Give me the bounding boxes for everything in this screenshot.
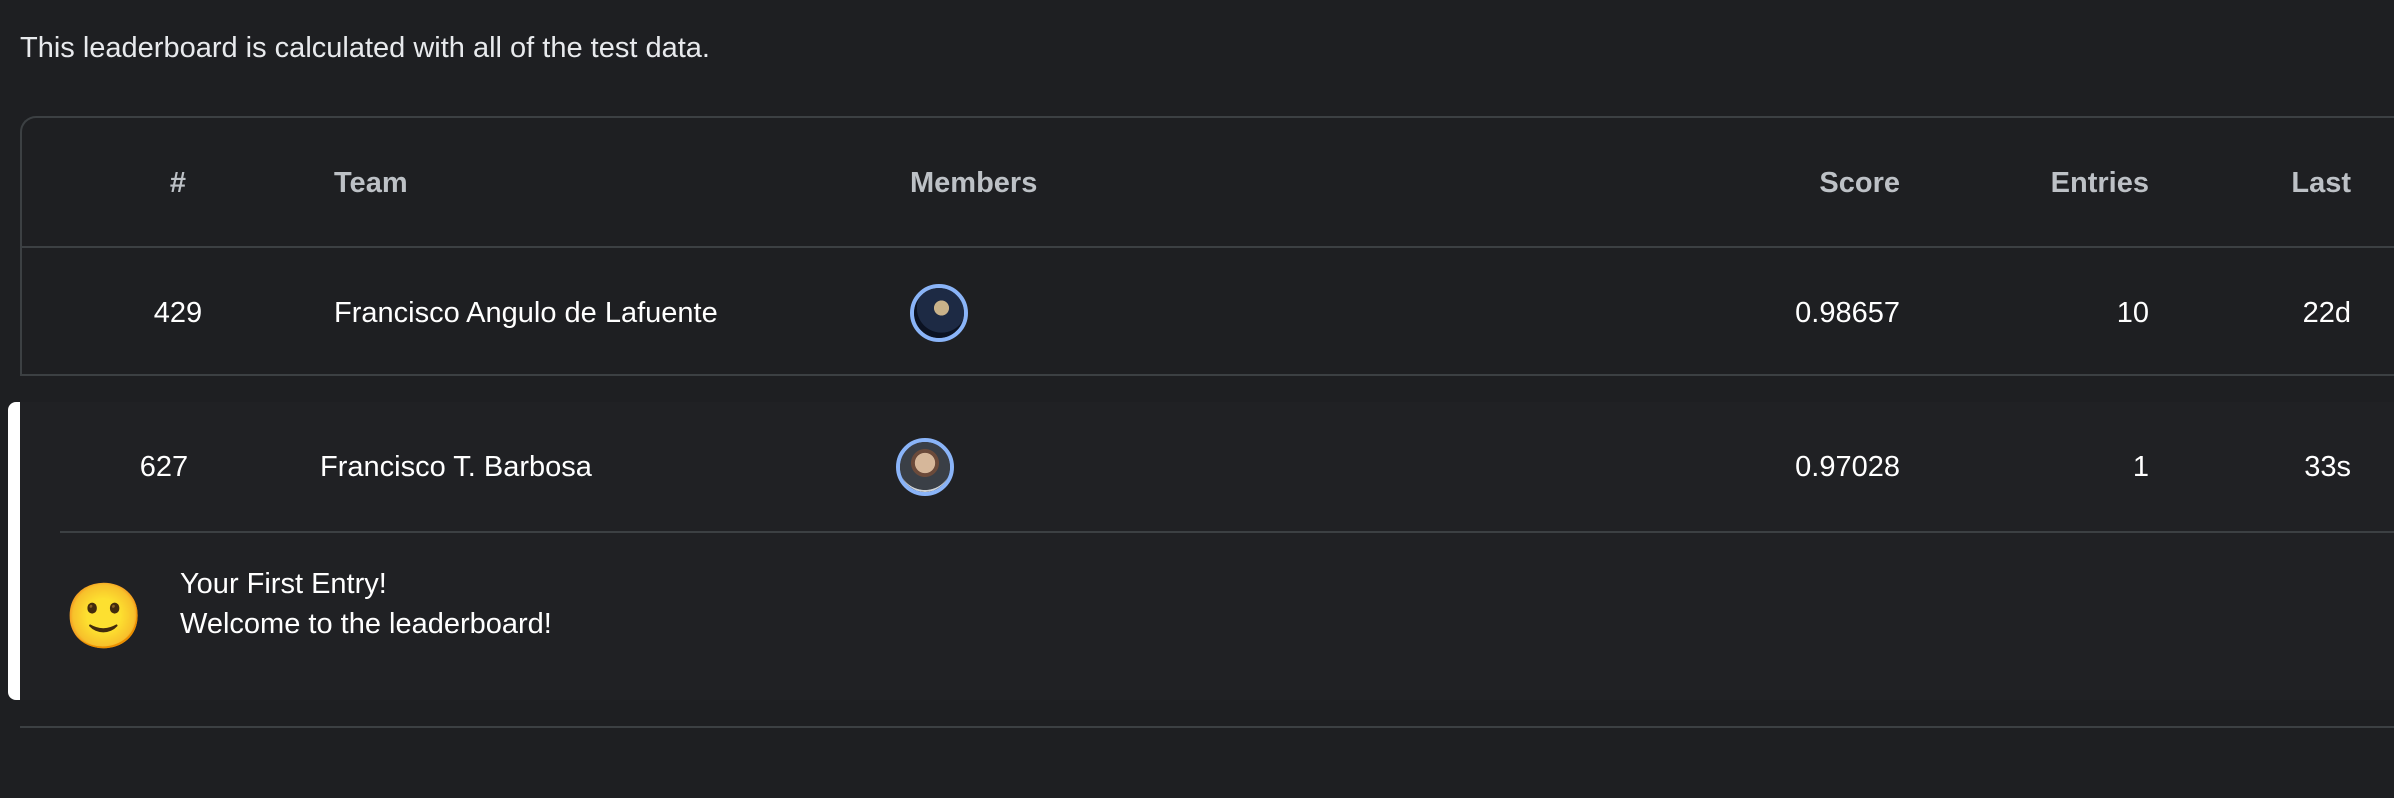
leaderboard-table: # Team Members Score Entries Last 429 Fr…: [20, 116, 2394, 376]
column-header-score[interactable]: Score: [1819, 165, 1900, 201]
member-avatar[interactable]: [896, 438, 954, 496]
row-last: 22d: [2302, 297, 2351, 329]
column-header-members: Members: [910, 167, 1038, 199]
row-score: 0.97028: [1795, 451, 1900, 483]
row-team-name[interactable]: Francisco Angulo de Lafuente: [334, 295, 718, 331]
member-avatar[interactable]: [910, 284, 968, 342]
row-last: 33s: [2304, 451, 2351, 483]
avatar-image: [900, 442, 950, 492]
column-header-rank[interactable]: #: [22, 165, 334, 201]
column-header-last[interactable]: Last: [2291, 165, 2351, 201]
leaderboard-page: This leaderboard is calculated with all …: [0, 0, 2394, 798]
row-entries: 1: [2132, 451, 2149, 483]
my-entry-card: 627 Francisco T. Barbosa 0.97028 1 33s 🙂…: [8, 402, 2394, 700]
divider: [20, 726, 2394, 728]
column-header-entries[interactable]: Entries: [2051, 165, 2149, 201]
row-rank: 627: [139, 451, 189, 483]
table-row-my-entry[interactable]: 627 Francisco T. Barbosa 0.97028 1 33s: [20, 402, 2394, 532]
divider: [60, 531, 2394, 533]
table-row[interactable]: 429 Francisco Angulo de Lafuente 0.98657…: [22, 248, 2394, 378]
smile-emoji-icon: 🙂: [64, 580, 144, 652]
first-entry-title: Your First Entry!: [180, 568, 387, 600]
first-entry-message: Welcome to the leaderboard!: [180, 608, 552, 640]
avatar-image: [914, 288, 964, 338]
row-score: 0.98657: [1795, 297, 1900, 329]
row-team-name[interactable]: Francisco T. Barbosa: [320, 449, 592, 485]
row-rank: 429: [153, 297, 203, 329]
table-header: # Team Members Score Entries Last: [22, 118, 2394, 248]
leaderboard-description: This leaderboard is calculated with all …: [20, 32, 710, 64]
column-header-team[interactable]: Team: [334, 165, 408, 201]
row-entries: 10: [2116, 297, 2149, 329]
